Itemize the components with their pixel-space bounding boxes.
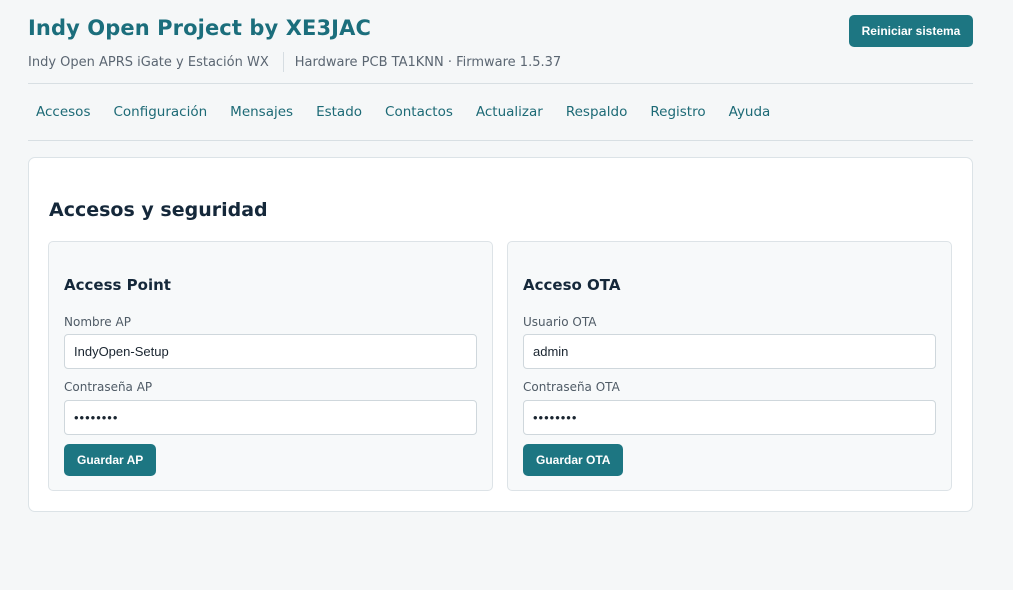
nav-item-contactos[interactable]: Contactos [377,104,461,120]
nav-item-actualizar[interactable]: Actualizar [468,104,551,120]
ap-password-input[interactable] [64,400,477,435]
restart-system-button[interactable]: Reiniciar sistema [849,15,973,47]
panel-title: Accesos y seguridad [49,199,268,221]
nav-divider [28,140,973,141]
ota-password-label: Contraseña OTA [523,380,620,394]
nav-item-configuracion[interactable]: Configuración [105,104,215,120]
ap-name-label: Nombre AP [64,315,131,329]
header-divider [28,83,973,84]
app-title: Indy Open Project by XE3JAC [28,16,371,40]
subtitle-line: Indy Open APRS iGate y Estación WX Hardw… [28,52,561,72]
access-point-title: Access Point [64,276,171,294]
nav-item-estado[interactable]: Estado [308,104,370,120]
nav-item-registro[interactable]: Registro [642,104,713,120]
ap-password-label: Contraseña AP [64,380,153,394]
hardware-info: Hardware PCB TA1KNN · Firmware 1.5.37 [294,54,562,70]
page-header: Indy Open Project by XE3JAC Indy Open AP… [28,15,973,84]
main-nav: Accesos Configuración Mensajes Estado Co… [28,104,785,120]
ota-user-label: Usuario OTA [523,315,597,329]
nav-item-respaldo[interactable]: Respaldo [558,104,636,120]
save-ap-button[interactable]: Guardar AP [64,444,157,476]
app-subtitle: Indy Open APRS iGate y Estación WX [28,54,269,70]
ota-user-input[interactable] [523,334,936,369]
access-point-card: Access Point Nombre AP Contraseña AP Gua… [48,241,493,491]
nav-item-mensajes[interactable]: Mensajes [222,104,301,120]
save-ota-button[interactable]: Guardar OTA [523,444,624,476]
subtitle-divider [282,52,284,72]
ota-access-title: Acceso OTA [523,276,621,294]
access-security-panel: Accesos y seguridad Access Point Nombre … [28,157,973,512]
nav-item-ayuda[interactable]: Ayuda [721,104,779,120]
ota-access-card: Acceso OTA Usuario OTA Contraseña OTA Gu… [507,241,952,491]
ota-password-input[interactable] [523,400,936,435]
nav-item-accesos[interactable]: Accesos [28,104,98,120]
ap-name-input[interactable] [64,334,477,369]
